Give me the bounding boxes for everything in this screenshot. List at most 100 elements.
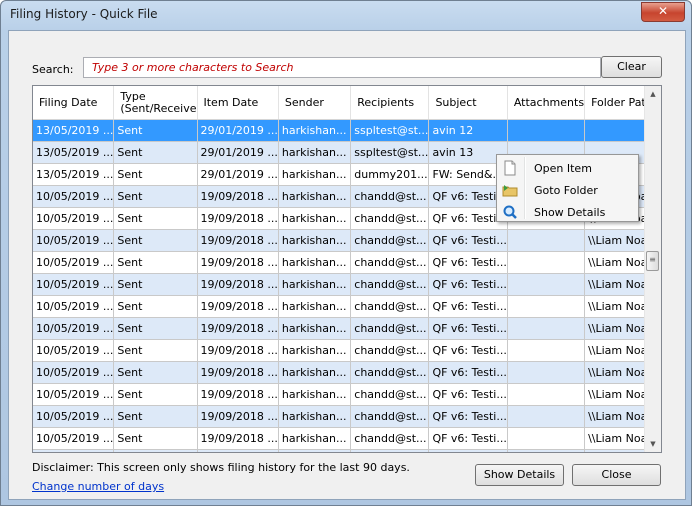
cell-sender: harkishan... <box>278 185 352 208</box>
cell-filing-date: 10/05/2019 ... <box>33 207 115 230</box>
column-header-item-date[interactable]: Item Date <box>197 86 279 120</box>
cell-type: Sent <box>113 185 198 208</box>
cell-attachments <box>507 383 586 406</box>
cell-type: Sent <box>113 383 198 406</box>
column-header-sender[interactable]: Sender <box>278 86 352 120</box>
show-details-button[interactable]: Show Details <box>475 464 564 486</box>
magnifier-icon <box>503 205 517 219</box>
cell-filing-date: 10/05/2019 ... <box>33 229 115 252</box>
cell-item-date: 19/09/2018 ... <box>197 361 279 384</box>
column-header-attachments[interactable]: Attachments <box>507 86 586 120</box>
cell-attachments <box>507 449 586 452</box>
column-header-recipients[interactable]: Recipients <box>350 86 430 120</box>
context-menu-show-details[interactable]: Show Details <box>499 201 636 223</box>
cell-recipients: chandd@st... <box>350 317 430 340</box>
filing-history-window: Filing History - Quick File ✕ Search: Ty… <box>0 0 692 506</box>
cell-subject: QF v6: Testi... <box>428 339 508 362</box>
table-row[interactable]: 10/05/2019 ...Sent19/09/2018 ...harkisha… <box>33 383 661 406</box>
table-row[interactable]: 10/05/2019 ...Sent19/09/2018 ...harkisha… <box>33 339 661 362</box>
cell-item-date: 19/09/2018 ... <box>197 317 279 340</box>
cell-subject: QF v6: Testi... <box>428 383 508 406</box>
vertical-scrollbar[interactable]: ▲ ≡ ▼ <box>644 86 661 452</box>
close-button[interactable]: Close <box>572 464 661 486</box>
cell-item-date: 19/09/2018 ... <box>197 449 279 452</box>
cell-type: Sent <box>113 295 198 318</box>
column-header-filing-date[interactable]: Filing Date <box>33 86 115 120</box>
window-close-button[interactable]: ✕ <box>641 2 685 22</box>
scroll-up-arrow-icon[interactable]: ▲ <box>645 86 661 102</box>
table-row[interactable]: 10/05/2019 ...Sent19/09/2018 ...harkisha… <box>33 317 661 340</box>
cell-attachments <box>507 427 586 450</box>
cell-subject: QF v6: Testi... <box>428 405 508 428</box>
cell-filing-date: 13/05/2019 ... <box>33 163 115 186</box>
cell-attachments <box>507 317 586 340</box>
cell-type: Sent <box>113 449 198 452</box>
cell-subject: QF v6: Testi... <box>428 317 508 340</box>
filing-history-grid: Filing Date Type (Sent/Receive Item Date Se… <box>32 85 662 453</box>
cell-item-date: 19/09/2018 ... <box>197 185 279 208</box>
cell-type: Sent <box>113 251 198 274</box>
context-menu-open-item[interactable]: Open Item <box>499 157 636 179</box>
cell-attachments <box>507 273 586 296</box>
search-input[interactable]: Type 3 or more characters to Search <box>83 57 601 78</box>
cell-attachments <box>507 339 586 362</box>
folder-arrow-icon <box>502 185 518 197</box>
search-label: Search: <box>32 63 74 76</box>
cell-type: Sent <box>113 229 198 252</box>
cell-type: Sent <box>113 163 198 186</box>
cell-attachments <box>507 361 586 384</box>
table-row[interactable]: 10/05/2019 ...Sent19/09/2018 ...harkisha… <box>33 405 661 428</box>
column-header-subject[interactable]: Subject <box>428 86 508 120</box>
cell-filing-date: 13/05/2019 ... <box>33 141 115 164</box>
document-icon <box>504 160 516 176</box>
cell-type: Sent <box>113 273 198 296</box>
dialog-client-area: Search: Type 3 or more characters to Sea… <box>8 30 686 500</box>
cell-filing-date: 10/05/2019 ... <box>33 295 115 318</box>
cell-item-date: 19/09/2018 ... <box>197 339 279 362</box>
title-bar[interactable]: Filing History - Quick File ✕ <box>1 1 691 29</box>
scrollbar-thumb[interactable]: ≡ <box>646 251 659 271</box>
cell-filing-date: 10/05/2019 ... <box>33 427 115 450</box>
table-row[interactable]: 10/05/2019 ...Sent19/09/2018 ...harkisha… <box>33 427 661 450</box>
clear-button[interactable]: Clear <box>601 56 662 78</box>
cell-type: Sent <box>113 405 198 428</box>
table-row[interactable]: 10/05/2019 ...Sent19/09/2018 ...harkisha… <box>33 229 661 252</box>
cell-sender: harkishan... <box>278 339 352 362</box>
table-row[interactable]: 10/05/2019 ...Sent19/09/2018 ...harkisha… <box>33 251 661 274</box>
cell-sender: harkishan... <box>278 383 352 406</box>
cell-filing-date: 13/05/2019 ... <box>33 119 115 142</box>
cell-subject: QF v6: Testi... <box>428 449 508 452</box>
cell-item-date: 29/01/2019 ... <box>197 141 279 164</box>
cell-filing-date: 10/05/2019 ... <box>33 273 115 296</box>
cell-item-date: 19/09/2018 ... <box>197 405 279 428</box>
cell-attachments <box>507 119 586 142</box>
table-row[interactable]: 10/05/2019 ...Sent19/09/2018 ...harkisha… <box>33 361 661 384</box>
column-header-type[interactable]: Type (Sent/Receive <box>113 86 198 120</box>
context-menu-goto-folder[interactable]: Goto Folder <box>499 179 636 201</box>
cell-item-date: 29/01/2019 ... <box>197 119 279 142</box>
table-row[interactable]: 13/05/2019 ... Sent 29/01/2019 ... harkisha… <box>33 119 661 142</box>
cell-item-date: 19/09/2018 ... <box>197 427 279 450</box>
scroll-down-arrow-icon[interactable]: ▼ <box>645 436 661 452</box>
cell-recipients: chandd@st... <box>350 449 430 452</box>
cell-sender: harkishan... <box>278 207 352 230</box>
cell-sender: harkishan... <box>278 273 352 296</box>
cell-subject: QF v6: Testi... <box>428 427 508 450</box>
table-row[interactable]: 10/05/2019 ...Sent19/09/2018 ...harkisha… <box>33 449 661 452</box>
cell-type: Sent <box>113 119 198 142</box>
cell-sender: harkishan... <box>278 119 352 142</box>
cell-recipients: chandd@st... <box>350 251 430 274</box>
cell-item-date: 29/01/2019 ... <box>197 163 279 186</box>
cell-item-date: 19/09/2018 ... <box>197 383 279 406</box>
cell-item-date: 19/09/2018 ... <box>197 207 279 230</box>
cell-sender: harkishan... <box>278 229 352 252</box>
table-row[interactable]: 10/05/2019 ...Sent19/09/2018 ...harkisha… <box>33 295 661 318</box>
cell-item-date: 19/09/2018 ... <box>197 251 279 274</box>
cell-filing-date: 10/05/2019 ... <box>33 339 115 362</box>
cell-type: Sent <box>113 141 198 164</box>
table-row[interactable]: 10/05/2019 ...Sent19/09/2018 ...harkisha… <box>33 273 661 296</box>
filing-history-table: Filing Date Type (Sent/Receive Item Date Se… <box>33 86 661 452</box>
cell-item-date: 19/09/2018 ... <box>197 229 279 252</box>
change-number-of-days-link[interactable]: Change number of days <box>32 480 164 493</box>
cell-recipients: chandd@st... <box>350 361 430 384</box>
